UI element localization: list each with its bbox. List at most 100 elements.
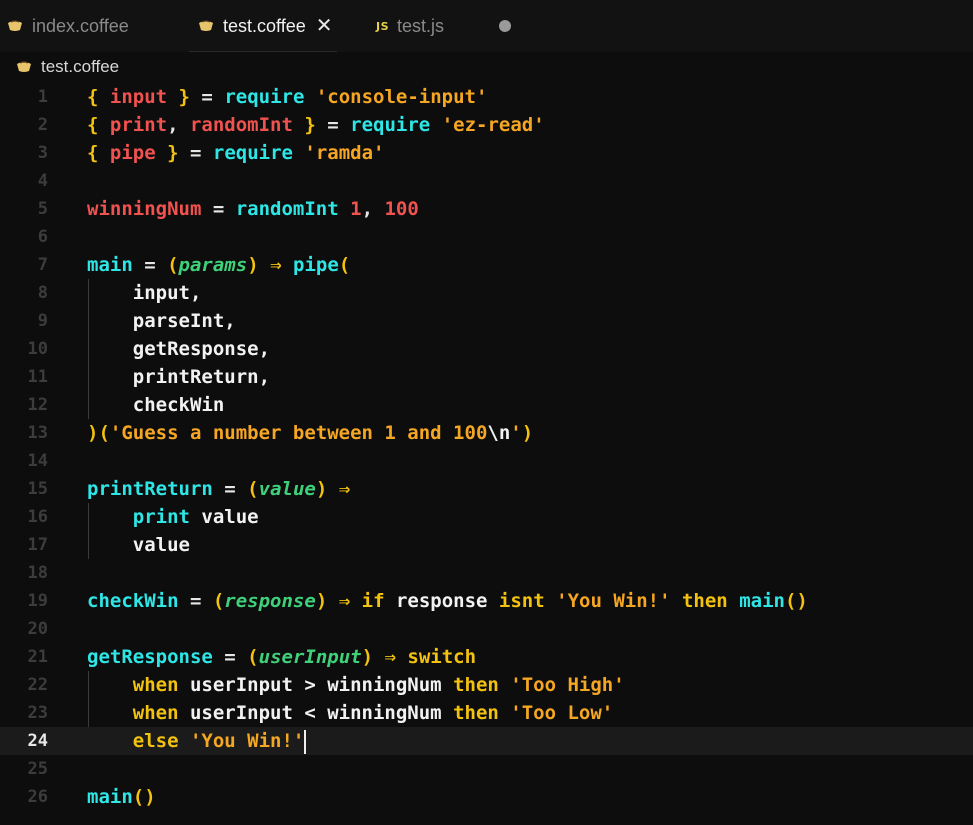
code-line[interactable]: 15 printReturn = (value) ⇒ [0, 475, 973, 503]
code-line[interactable]: 19 checkWin = (response) ⇒ if response is… [0, 587, 973, 615]
code-token: main [87, 786, 133, 808]
code-line[interactable]: 21 getResponse = (userInput) ⇒ switch [0, 643, 973, 671]
code-token: ( [338, 254, 351, 276]
code-token: = [212, 646, 248, 668]
breadcrumb[interactable]: test.coffee [0, 52, 973, 82]
code-line[interactable]: 25 [0, 755, 973, 783]
code-token: when [87, 702, 179, 724]
code-line[interactable]: 6 [0, 223, 973, 251]
code-token: } [167, 86, 190, 108]
line-number: 9 [37, 311, 48, 331]
code-token: ( [247, 478, 259, 500]
code-token: userInput < winningNum [178, 702, 454, 724]
code-line[interactable]: 8 input, [0, 279, 973, 307]
line-number: 16 [27, 507, 48, 527]
code-editor[interactable]: 1 { input } = require 'console-input' 2 { p… [0, 83, 973, 825]
code-token: { [87, 114, 110, 136]
code-line[interactable]: 1 { input } = require 'console-input' [0, 83, 973, 111]
code-token: isnt [498, 590, 545, 612]
code-line[interactable]: 26 main() [0, 783, 973, 811]
line-number: 13 [27, 423, 48, 443]
code-token: response [224, 590, 316, 612]
breadcrumb-file[interactable]: test.coffee [41, 57, 119, 77]
code-text: input, [87, 279, 202, 307]
code-line[interactable]: 12 checkWin [0, 391, 973, 419]
code-token: then [453, 702, 499, 724]
code-token: when [87, 674, 179, 696]
coffee-file-icon [15, 60, 33, 74]
code-line[interactable]: 13 )('Guess a number between 1 and 100\n'… [0, 419, 973, 447]
code-token: 100 [384, 198, 419, 220]
code-line[interactable]: 18 [0, 559, 973, 587]
code-token: ⇒ [384, 646, 396, 668]
code-line[interactable]: 24 else 'You Win!' [0, 727, 973, 755]
code-line[interactable]: 5 winningNum = randomInt 1, 100 [0, 195, 973, 223]
line-number: 1 [37, 87, 48, 107]
code-token: winningNum [87, 198, 202, 220]
code-line[interactable]: 9 parseInt, [0, 307, 973, 335]
code-line[interactable]: 3 { pipe } = require 'ramda' [0, 139, 973, 167]
code-line[interactable]: 22 when userInput > winningNum then 'Too… [0, 671, 973, 699]
tab-bar: index.coffee test.coffee ✕ JS test.js [0, 0, 973, 52]
code-token: switch [407, 646, 477, 668]
code-token: parseInt, [87, 310, 236, 332]
code-token: pipe [109, 142, 156, 164]
code-token: require [224, 86, 305, 108]
code-line[interactable]: 4 [0, 167, 973, 195]
unsaved-dot-icon[interactable] [499, 20, 511, 32]
line-number: 3 [37, 143, 48, 163]
close-icon[interactable]: ✕ [316, 16, 333, 36]
code-text: parseInt, [87, 307, 236, 335]
code-token: value [189, 506, 259, 528]
code-token: response [384, 590, 499, 612]
code-token: ) [361, 646, 374, 668]
line-number: 2 [37, 115, 48, 135]
code-text: main = (params) ⇒ pipe( [87, 251, 350, 279]
code-line[interactable]: 14 [0, 447, 973, 475]
code-token: then [681, 590, 728, 612]
code-token: , [361, 198, 385, 220]
code-text: printReturn = (value) ⇒ [87, 475, 350, 503]
code-text: when userInput > winningNum then 'Too Hi… [87, 671, 625, 699]
line-number: 10 [27, 339, 48, 359]
code-line[interactable]: 20 [0, 615, 973, 643]
code-text: main() [87, 783, 156, 811]
code-text: getResponse = (userInput) ⇒ switch [87, 643, 476, 671]
tab-index-coffee[interactable]: index.coffee [6, 0, 129, 52]
code-token: if [361, 590, 385, 612]
line-number: 21 [27, 647, 48, 667]
line-number: 25 [27, 759, 48, 779]
code-token: )( [87, 422, 110, 444]
code-line[interactable]: 7 main = (params) ⇒ pipe( [0, 251, 973, 279]
code-line[interactable]: 17 value [0, 531, 973, 559]
code-line[interactable]: 23 when userInput < winningNum then 'Too… [0, 699, 973, 727]
line-number: 22 [27, 675, 48, 695]
code-token: require [350, 114, 431, 136]
code-token: () [132, 786, 156, 808]
code-line[interactable]: 11 printReturn, [0, 363, 973, 391]
code-text: when userInput < winningNum then 'Too Lo… [87, 699, 613, 727]
code-line[interactable]: 16 print value [0, 503, 973, 531]
code-token: } [292, 114, 316, 136]
line-number: 6 [37, 227, 48, 247]
code-token: = [212, 478, 248, 500]
code-token: input [109, 86, 168, 108]
code-line[interactable]: 10 getResponse, [0, 335, 973, 363]
code-text: )('Guess a number between 1 and 100\n') [87, 419, 533, 447]
tab-test-coffee[interactable]: test.coffee ✕ [189, 0, 336, 52]
code-token: 'ramda' [304, 142, 385, 164]
tab-test-js[interactable]: JS test.js [376, 0, 444, 52]
code-token: ) [315, 590, 328, 612]
code-line[interactable]: 2 { print, randomInt } = require 'ez-read… [0, 111, 973, 139]
line-number: 14 [27, 451, 48, 471]
code-token: 'console-input' [315, 86, 488, 108]
